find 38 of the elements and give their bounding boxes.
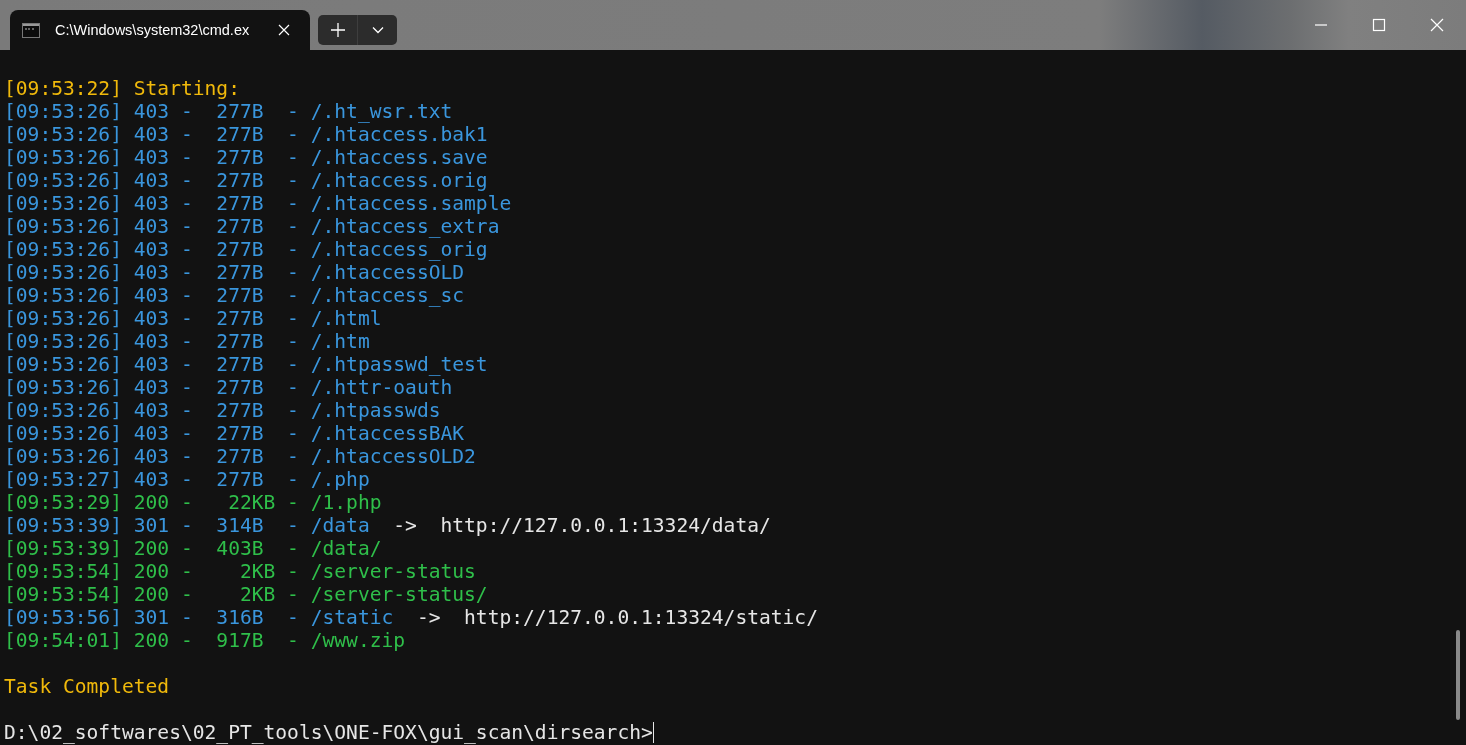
- output-line: [09:53:26] 403 - 277B - /.htpasswds: [4, 399, 441, 422]
- output-line: [09:54:01] 200 - 917B - /www.zip: [4, 629, 406, 652]
- output-line: [09:53:26] 403 - 277B - /.htaccess.sample: [4, 192, 512, 215]
- output-line: [09:53:27] 403 - 277B - /.php: [4, 468, 370, 491]
- redirect-url: -> http://127.0.0.1:13324/data/: [393, 514, 771, 537]
- output-line: [09:53:22] Starting:: [4, 77, 240, 100]
- output-line: [09:53:26] 403 - 277B - /.htaccess.save: [4, 146, 488, 169]
- output-line: [09:53:26] 403 - 277B - /.htaccess.orig: [4, 169, 488, 192]
- output-line: [09:53:26] 403 - 277B - /.htaccess_sc: [4, 284, 465, 307]
- output-line: [09:53:29] 200 - 22KB - /1.php: [4, 491, 382, 514]
- output-line: [09:53:54] 200 - 2KB - /server-status: [4, 560, 476, 583]
- output-line: [09:53:26] 403 - 277B - /.ht_wsr.txt: [4, 100, 453, 123]
- status-message: Task Completed: [4, 675, 170, 698]
- plus-icon: [329, 22, 346, 38]
- close-icon: [1430, 18, 1444, 32]
- redirect-url: -> http://127.0.0.1:13324/static/: [416, 606, 818, 629]
- output-line: [09:53:56] 301 - 316B - /static: [4, 606, 394, 629]
- chevron-down-icon: [371, 26, 384, 34]
- output-line: [09:53:26] 403 - 277B - /.htaccessBAK: [4, 422, 465, 445]
- output-line: [09:53:39] 301 - 314B - /data: [4, 514, 370, 537]
- output-line: [09:53:39] 200 - 403B - /data/: [4, 537, 382, 560]
- output-line: [09:53:26] 403 - 277B - /.html: [4, 307, 382, 330]
- output-line: [09:53:26] 403 - 277B - /.htm: [4, 330, 370, 353]
- output-line: [09:53:26] 403 - 277B - /.htaccess_orig: [4, 238, 488, 261]
- maximize-icon: [1372, 18, 1386, 32]
- close-icon: [278, 24, 290, 36]
- output-line: [09:53:26] 403 - 277B - /.htaccessOLD: [4, 261, 465, 284]
- output-line: [09:53:26] 403 - 277B - /.htaccessOLD2: [4, 445, 476, 468]
- command-prompt: D:\02_softwares\02_PT_tools\ONE-FOX\gui_scan\dirsearch>: [4, 721, 653, 744]
- output-line: [09:53:26] 403 - 277B - /.httr-oauth: [4, 376, 453, 399]
- scrollbar[interactable]: [1456, 630, 1460, 720]
- output-line: [09:53:54] 200 - 2KB - /server-status/: [4, 583, 488, 606]
- tab[interactable]: C:\Windows\system32\cmd.ex: [10, 10, 310, 50]
- terminal-icon: [22, 22, 40, 38]
- text-cursor: [652, 722, 654, 743]
- output-line: [09:53:26] 403 - 277B - /.htaccess.bak1: [4, 123, 488, 146]
- output-line: [09:53:26] 403 - 277B - /.htaccess_extra: [4, 215, 500, 238]
- output-line: [09:53:26] 403 - 277B - /.htpasswd_test: [4, 353, 488, 376]
